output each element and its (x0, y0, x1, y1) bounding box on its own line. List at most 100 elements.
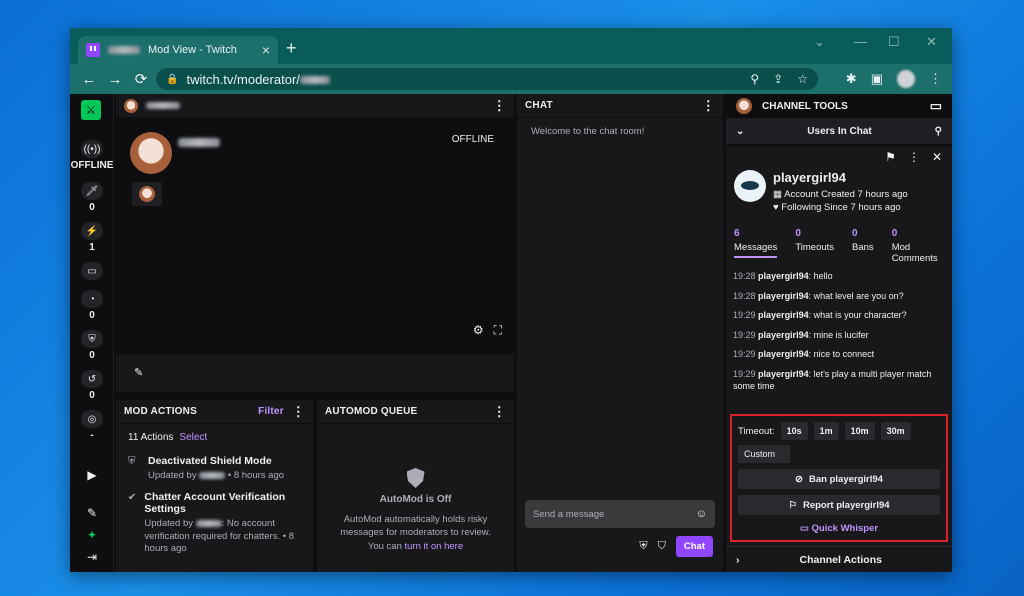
profile-avatar[interactable] (897, 70, 915, 88)
chat-menu-icon[interactable]: ⋮ (702, 98, 715, 114)
automod-status: AutoMod is Off (379, 494, 452, 505)
reload-icon[interactable]: ⟳ (128, 70, 154, 88)
redacted-username (108, 46, 140, 54)
tab-bans[interactable]: 0 Bans (852, 228, 874, 267)
zoom-icon[interactable]: ⚲ (750, 72, 759, 86)
window-close-icon[interactable]: ✕ (926, 34, 937, 50)
timeout-label: Timeout: (738, 425, 775, 437)
actions-count: 11 Actions (128, 432, 174, 443)
edit-pencil-icon[interactable]: ✎ (70, 506, 114, 520)
extensions-icon[interactable]: ✱ (846, 71, 857, 87)
stream-status: OFFLINE (451, 134, 494, 145)
sword-icon[interactable]: 🗡 (81, 182, 103, 200)
panel-toggle-icon[interactable]: ▭ (930, 98, 942, 114)
chat-message: 19:28 playergirl94: hello (733, 271, 833, 281)
quick-whisper-button[interactable]: ▭ Quick Whisper (732, 523, 946, 534)
stream-menu-icon[interactable]: ⋮ (493, 98, 506, 114)
mod-action-item[interactable]: ✔ Chatter Account Verification Settings … (116, 487, 313, 560)
tab-strip: Mod View - Twitch × + ⌄ — ☐ ✕ (70, 28, 952, 64)
browser-menu-icon[interactable]: ⋮ (929, 71, 942, 87)
user-stats-tabs: 6 Messages 0 Timeouts 0 Bans 0 Mod Comments (734, 228, 952, 267)
poll-icon[interactable]: ◎ (81, 410, 103, 428)
user-avatar (734, 170, 766, 202)
url-field[interactable]: 🔒 twitch.tv/moderator/ ⚲ ⇪ ☆ (156, 68, 818, 90)
shield-icon: ⛨ (128, 456, 136, 467)
ban-button[interactable]: ⊘ Ban playergirl94 (738, 469, 940, 489)
exit-icon[interactable]: ⇥ (70, 550, 114, 564)
chat-send-button[interactable]: Chat (675, 536, 713, 557)
edit-stream-info-icon[interactable]: ✎ (134, 366, 143, 379)
check-circle-icon: ✔ (128, 491, 137, 503)
channel-points-icon[interactable]: ⛉ (658, 540, 666, 553)
twitch-mod-logo-icon[interactable]: ⚔ (81, 100, 101, 120)
emote-icon[interactable]: ☺ (696, 508, 707, 520)
fullscreen-icon[interactable]: ⛶ (494, 323, 502, 338)
side-panel-icon[interactable]: ▣ (871, 71, 883, 87)
custom-timeout-button[interactable]: Custom (738, 445, 790, 463)
whisper-icon: ▭ (799, 523, 809, 534)
mod-shield-icon[interactable]: ⛨ (639, 540, 647, 553)
stream-info-panel: ✎ (116, 354, 514, 392)
username[interactable]: playergirl94 (773, 170, 846, 185)
mod-view: ⚔ ((•)) OFFLINE 🗡 0 ⚡ 1 ▭ ◔ 0 ⛨ 0 ↺ 0 ◎ - ▶ ✎ … (70, 94, 952, 572)
mod-action-item[interactable]: ⛨ Deactivated Shield Mode Updated by • 8… (116, 451, 313, 487)
select-link[interactable]: Select (179, 432, 207, 443)
chat-title: CHAT (525, 100, 553, 111)
message-history: 19:28 playergirl94: hello 19:28 playergi… (726, 270, 952, 399)
shield-mode-icon[interactable]: ⛨ (81, 330, 103, 348)
raid-icon[interactable]: ⚡ (81, 222, 103, 240)
minimize-icon[interactable]: — (854, 34, 867, 49)
card-menu-icon[interactable]: ⋮ (908, 150, 920, 164)
browser-window: Mod View - Twitch × + ⌄ — ☐ ✕ ← → ⟳ 🔒 tw… (70, 28, 952, 572)
sparkle-icon[interactable]: ✦ (70, 528, 114, 542)
mod-actions-menu-icon[interactable]: ⋮ (292, 404, 305, 420)
timeout-10m-button[interactable]: 10m (844, 422, 875, 440)
camera-icon[interactable]: ▶ (70, 468, 114, 482)
channel-tools-title: CHANNEL TOOLS (762, 100, 848, 112)
report-button[interactable]: ⚐ Report playergirl94 (738, 495, 940, 515)
channel-tools-panel: CHANNEL TOOLS ▭ ⌄ Users In Chat ⚲ ⚑ ⋮ ✕ playe… (726, 94, 952, 572)
automod-menu-icon[interactable]: ⋮ (493, 404, 506, 420)
flag-icon[interactable]: ⚑ (885, 150, 896, 164)
search-icon[interactable]: ⚲ (935, 126, 942, 137)
streamer-mini-avatar (124, 98, 138, 113)
timeout-1m-button[interactable]: 1m (813, 422, 839, 440)
automod-title: AUTOMOD QUEUE (325, 406, 418, 417)
browser-tab[interactable]: Mod View - Twitch × (78, 36, 278, 64)
user-card: ⚑ ⋮ ✕ playergirl94 ▦ Account Created 7 hou… (726, 146, 952, 572)
chat-message: 19:29 playergirl94: what is your charact… (733, 310, 907, 320)
chat-input[interactable]: Send a message ☺ (525, 500, 715, 528)
chat-panel: CHAT ⋮ Welcome to the chat room! Send a m… (517, 94, 723, 572)
history-icon[interactable]: ↺ (81, 370, 103, 388)
back-icon[interactable]: ← (76, 71, 102, 88)
maximize-icon[interactable]: ☐ (888, 34, 900, 50)
automod-description: AutoMod automatically holds risky messag… (340, 514, 491, 552)
bookmark-star-icon[interactable]: ☆ (797, 72, 808, 86)
tab-close-icon[interactable]: × (262, 42, 270, 58)
automod-shield-icon (406, 468, 425, 488)
chat-bubble-icon[interactable]: ▭ (81, 262, 103, 280)
broadcast-status-icon[interactable]: ((•)) (81, 140, 103, 158)
tab-mod-comments[interactable]: 0 Mod Comments (892, 228, 952, 267)
users-in-chat-title: Users In Chat (807, 125, 872, 137)
turn-on-automod-link[interactable]: turn it on here (405, 541, 464, 552)
new-tab-button[interactable]: + (286, 38, 297, 59)
tab-timeouts[interactable]: 0 Timeouts (795, 228, 834, 267)
twitch-favicon-icon (86, 43, 100, 57)
mod-actions-panel: MOD ACTIONS Filter ⋮ 11 Actions Select ⛨ De… (116, 400, 313, 572)
share-icon[interactable]: ⇪ (773, 72, 783, 86)
streamer-thumbnail (132, 182, 162, 206)
clock-icon[interactable]: ◔ (81, 290, 103, 308)
settings-gear-icon[interactable]: ⚙ (473, 323, 484, 338)
chat-message: 19:29 playergirl94: nice to connect (733, 349, 875, 359)
card-close-icon[interactable]: ✕ (932, 150, 942, 164)
tab-search-icon[interactable]: ⌄ (814, 34, 825, 50)
timeout-10s-button[interactable]: 10s (780, 422, 808, 440)
filter-button[interactable]: Filter (258, 406, 284, 417)
mod-actions-title: MOD ACTIONS (124, 406, 197, 417)
channel-actions-toggle[interactable]: › Channel Actions (726, 546, 952, 572)
tab-messages[interactable]: 6 Messages (734, 228, 778, 267)
timeout-30m-button[interactable]: 30m (880, 422, 911, 440)
collapse-chevron-icon[interactable]: ⌄ (736, 126, 744, 137)
forward-icon[interactable]: → (102, 71, 128, 88)
